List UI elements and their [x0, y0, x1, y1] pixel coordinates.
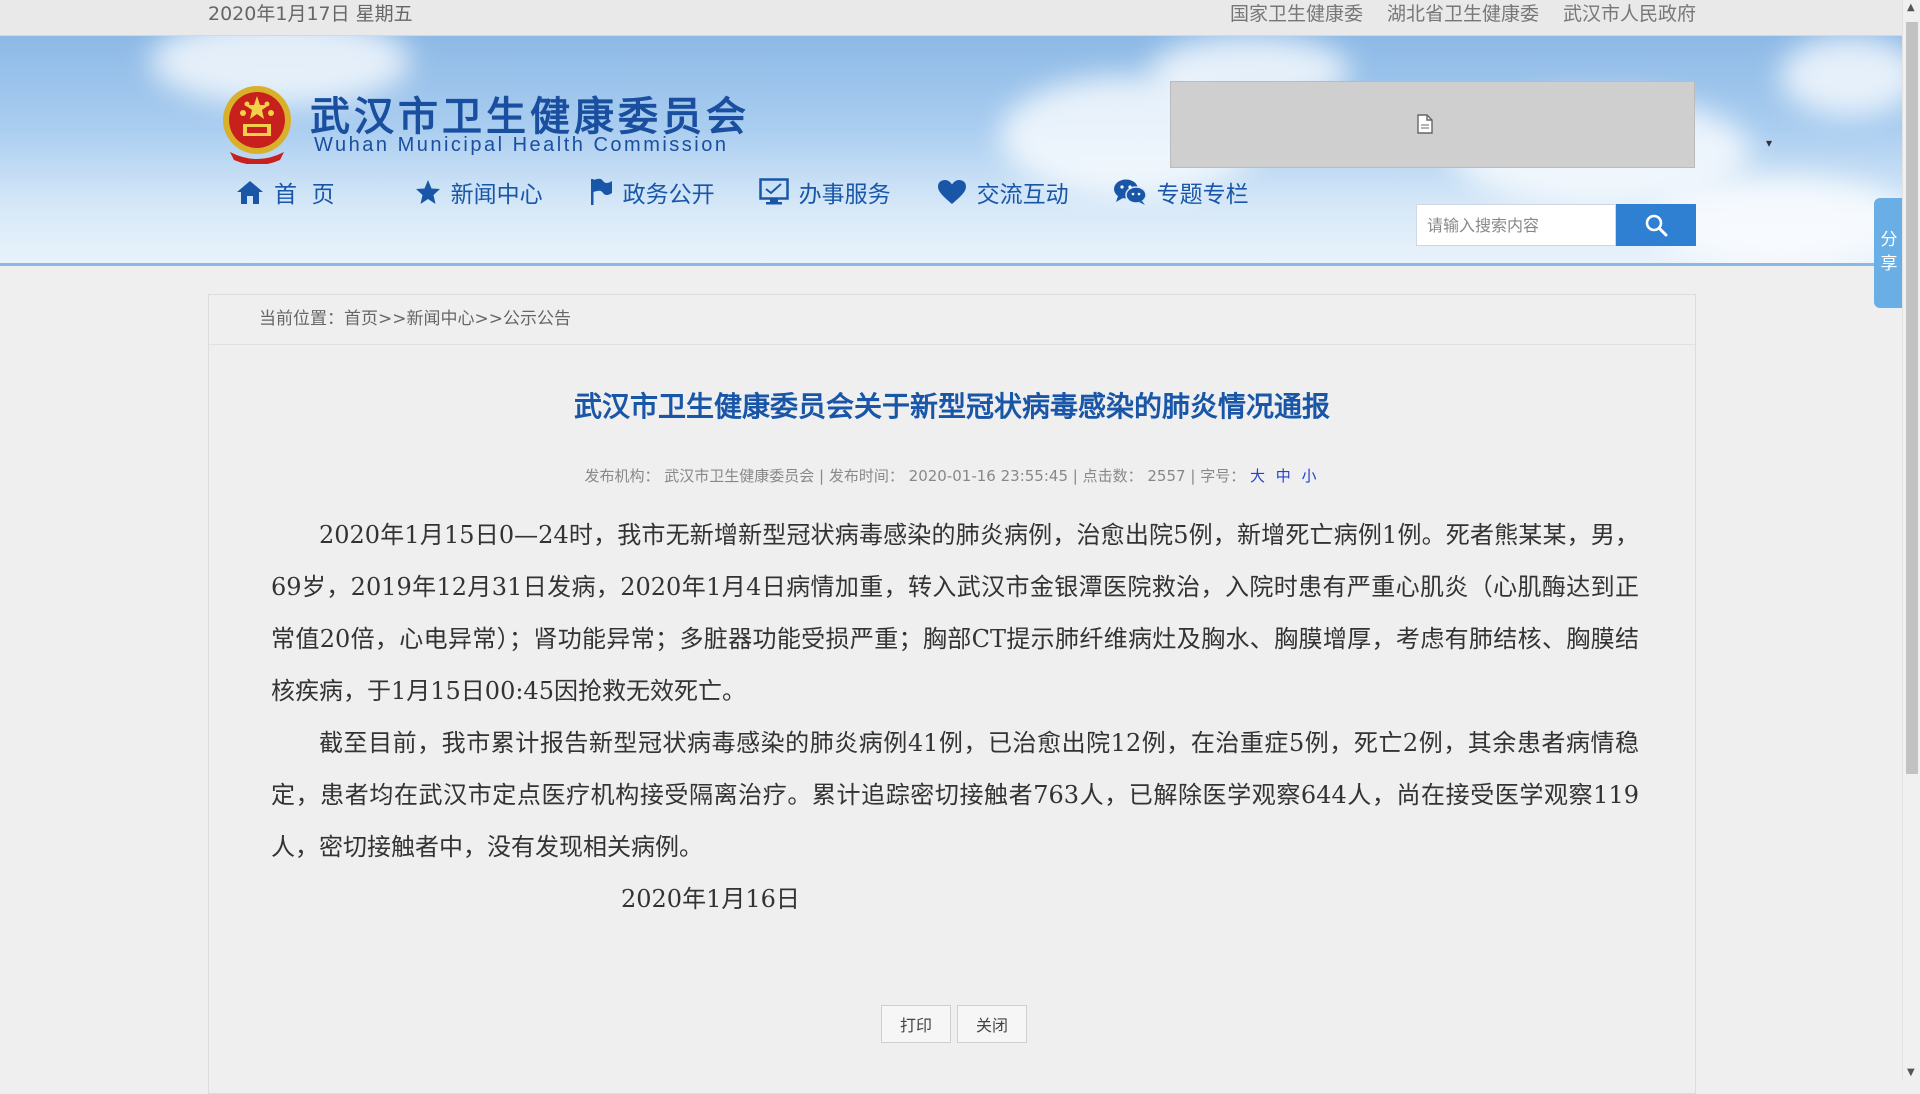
search-bar	[1416, 204, 1696, 246]
article-body: 2020年1月15日0—24时，我市无新增新型冠状病毒感染的肺炎病例，治愈出院5…	[271, 509, 1639, 925]
meta-clicks: 2557	[1147, 467, 1186, 485]
close-button[interactable]: 关闭	[957, 1005, 1027, 1043]
star-icon	[415, 180, 440, 204]
national-emblem-icon	[223, 86, 291, 164]
link-hubei-health-commission[interactable]: 湖北省卫生健康委	[1387, 1, 1539, 27]
search-input[interactable]	[1416, 204, 1616, 246]
flag-icon	[590, 178, 612, 205]
scroll-down-arrow-icon[interactable]: ▼	[1907, 1067, 1915, 1078]
article-date-sign: 2020年1月16日	[621, 885, 800, 913]
breadcrumb-separator: >>	[378, 309, 407, 329]
breadcrumb-news-center[interactable]: 新闻中心	[407, 309, 475, 329]
nav-label-interaction: 交流互动	[976, 182, 1069, 208]
breadcrumb-home[interactable]: 首页	[344, 309, 378, 329]
share-label: 分享	[1880, 230, 1898, 274]
nav-label-special-topics: 专题专栏	[1156, 182, 1249, 208]
search-button[interactable]	[1616, 204, 1696, 246]
nav-label-services: 办事服务	[798, 182, 891, 208]
article-actions: 打印 关闭	[881, 1005, 1027, 1043]
nav-item-home[interactable]: 首 页	[236, 175, 335, 209]
nav-item-government-affairs[interactable]: 政务公开	[589, 175, 715, 209]
link-wuhan-government[interactable]: 武汉市人民政府	[1563, 1, 1696, 27]
nav-item-special-topics[interactable]: 专题专栏	[1113, 175, 1249, 209]
heart-icon	[937, 180, 966, 204]
print-button[interactable]: 打印	[881, 1005, 951, 1043]
home-icon	[237, 181, 263, 204]
breadcrumb: 当前位置：首页>>新闻中心>>公示公告	[209, 295, 1695, 345]
nav-label-government-affairs: 政务公开	[622, 182, 715, 208]
nav-label-home: 首 页	[274, 182, 335, 208]
share-tab[interactable]: 分享	[1874, 198, 1904, 308]
nav-item-news-center[interactable]: 新闻中心	[415, 175, 543, 209]
vertical-scrollbar[interactable]: ▲ ▼	[1902, 0, 1920, 1080]
scrollbar-thumb[interactable]	[1906, 22, 1918, 774]
breadcrumb-announcements[interactable]: 公示公告	[503, 309, 571, 329]
meta-clicks-label: 点击数：	[1082, 467, 1143, 485]
cloud-decoration	[1780, 36, 1902, 116]
meta-divider: |	[1072, 467, 1083, 485]
external-links: 国家卫生健康委 湖北省卫生健康委 武汉市人民政府	[1230, 1, 1696, 27]
meta-fontsize-label: 字号：	[1200, 467, 1246, 485]
nav-item-services[interactable]: 办事服务	[758, 175, 891, 209]
meta-divider: |	[1190, 467, 1201, 485]
article-meta: 发布机构： 武汉市卫生健康委员会 | 发布时间： 2020-01-16 23:5…	[209, 465, 1695, 486]
meta-publisher-label: 发布机构：	[584, 467, 660, 485]
document-icon	[1417, 114, 1433, 134]
breadcrumb-separator: >>	[474, 309, 504, 329]
top-utility-bar: 2020年1月17日 星期五 国家卫生健康委 湖北省卫生健康委 武汉市人民政府	[0, 0, 1902, 36]
nav-label-news-center: 新闻中心	[450, 182, 543, 208]
meta-publisher: 武汉市卫生健康委员会	[664, 467, 815, 485]
monitor-icon	[758, 178, 789, 205]
breadcrumb-prefix: 当前位置：	[259, 309, 344, 329]
article-paragraph: 2020年1月15日0—24时，我市无新增新型冠状病毒感染的肺炎病例，治愈出院5…	[271, 521, 1639, 705]
scroll-up-arrow-icon[interactable]: ▲	[1907, 2, 1915, 13]
wechat-icon	[1113, 179, 1147, 205]
meta-time-label: 发布时间：	[828, 467, 904, 485]
article-card: 当前位置：首页>>新闻中心>>公示公告 武汉市卫生健康委员会关于新型冠状病毒感染…	[208, 294, 1696, 1094]
site-subtitle: Wuhan Municipal Health Commission	[314, 134, 729, 156]
main-navigation: 首 页 新闻中心 政务公开 办事服务 交流互动 专题专栏	[230, 170, 1249, 214]
font-size-switcher[interactable]: 大 中 小	[1250, 467, 1320, 485]
article-paragraph: 截至目前，我市累计报告新型冠状病毒感染的肺炎病例41例，已治愈出院12例，在治重…	[271, 729, 1639, 861]
meta-divider: |	[819, 467, 829, 485]
down-arrow-icon: ▾	[1766, 136, 1773, 150]
banner-placeholder	[1170, 81, 1695, 168]
current-date: 2020年1月17日 星期五	[208, 3, 413, 25]
article-title: 武汉市卫生健康委员会关于新型冠状病毒感染的肺炎情况通报	[573, 390, 1330, 423]
site-header: 武汉市卫生健康委员会 Wuhan Municipal Health Commis…	[0, 36, 1902, 266]
search-icon	[1645, 214, 1668, 237]
meta-time: 2020-01-16 23:55:45	[908, 467, 1068, 485]
link-national-health-commission[interactable]: 国家卫生健康委	[1230, 1, 1363, 27]
nav-item-interaction[interactable]: 交流互动	[937, 175, 1069, 209]
